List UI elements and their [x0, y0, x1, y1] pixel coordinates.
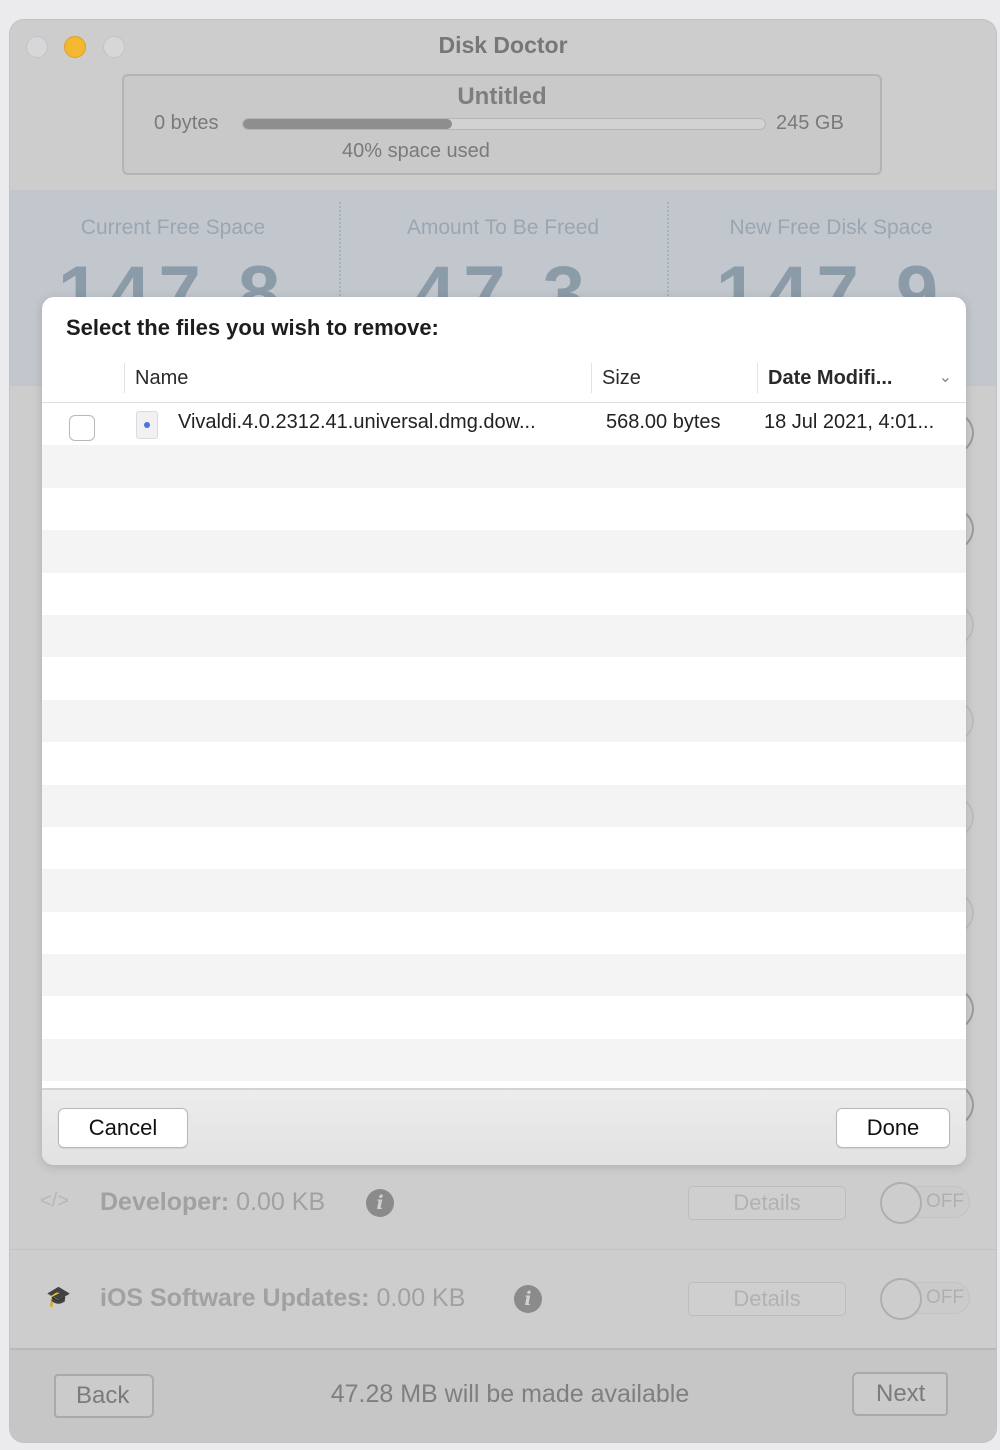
sheet-title: Select the files you wish to remove: — [66, 315, 439, 340]
stat-label: Amount To Be Freed — [406, 216, 600, 239]
file-row[interactable]: Vivaldi.4.0.2312.41.universal.dmg.dow...… — [42, 403, 966, 445]
empty-row — [42, 869, 966, 912]
stat-current-free-space: Current Free Space 147.8 — [10, 190, 336, 336]
disk-used-label: 40% space used — [342, 140, 490, 162]
details-button[interactable]: Details — [688, 1186, 846, 1220]
info-icon[interactable]: i — [366, 1189, 394, 1217]
disk-usage-bar-fill — [243, 119, 452, 129]
toggle-knob — [880, 1182, 922, 1224]
empty-row — [42, 488, 966, 530]
empty-row — [42, 657, 966, 699]
disk-max-label: 245 GB — [776, 112, 844, 134]
category-row-ios-software-updates: 🎓 iOS Software Updates: 0.00 KB i Detail… — [10, 1250, 996, 1346]
empty-row — [42, 614, 966, 658]
code-icon: </> — [40, 1190, 69, 1212]
category-row-developer: </> Developer: 0.00 KB i Details OFF — [10, 1154, 996, 1250]
column-divider — [757, 363, 758, 393]
file-selection-sheet: Select the files you wish to remove: Nam… — [42, 297, 966, 1165]
empty-row — [42, 445, 966, 488]
column-divider — [591, 363, 592, 393]
toggle-label: OFF — [926, 1287, 964, 1308]
column-header-name[interactable]: Name — [135, 367, 188, 390]
disk-usage-panel: Untitled 0 bytes 245 GB 40% space used — [122, 74, 882, 175]
toggle-knob — [880, 1278, 922, 1320]
empty-row — [42, 1038, 966, 1082]
empty-row — [42, 742, 966, 784]
stat-new-free-disk-space: New Free Disk Space 147.9 — [668, 190, 994, 336]
file-date-modified: 18 Jul 2021, 4:01... — [764, 411, 935, 433]
category-label: Developer: 0.00 KB — [100, 1188, 326, 1216]
empty-row — [42, 912, 966, 954]
column-header-size[interactable]: Size — [602, 367, 641, 390]
disk-min-label: 0 bytes — [154, 112, 219, 134]
footer-bar: Back 47.28 MB will be made available Nex… — [10, 1348, 996, 1442]
disk-name: Untitled — [457, 83, 547, 110]
disk-usage-bar — [242, 118, 766, 130]
sheet-footer: Cancel Done — [42, 1088, 966, 1165]
empty-row — [42, 954, 966, 997]
file-table: Vivaldi.4.0.2312.41.universal.dmg.dow...… — [42, 403, 966, 1088]
column-divider — [124, 363, 125, 393]
details-button[interactable]: Details — [688, 1282, 846, 1316]
footer-message: 47.28 MB will be made available — [330, 1380, 690, 1408]
file-icon — [136, 411, 158, 439]
empty-row — [42, 573, 966, 615]
cancel-button[interactable]: Cancel — [58, 1108, 188, 1148]
sort-chevron-down-icon[interactable]: ⌄ — [939, 367, 952, 387]
done-button[interactable]: Done — [836, 1108, 950, 1148]
empty-row — [42, 827, 966, 869]
next-button[interactable]: Next — [852, 1372, 948, 1416]
graduation-cap-icon: 🎓 — [46, 1286, 71, 1308]
empty-row — [42, 699, 966, 743]
column-header-date-modified[interactable]: Date Modifi... — [768, 367, 892, 390]
window-title: Disk Doctor — [438, 32, 568, 58]
title-bar: Disk Doctor — [10, 20, 996, 74]
empty-row — [42, 996, 966, 1038]
table-header: Name Size Date Modifi... ⌄ — [42, 357, 966, 403]
category-label: iOS Software Updates: 0.00 KB — [100, 1284, 466, 1312]
file-name: Vivaldi.4.0.2312.41.universal.dmg.dow... — [178, 411, 536, 433]
empty-row — [42, 784, 966, 827]
info-icon[interactable]: i — [514, 1285, 542, 1313]
file-checkbox[interactable] — [69, 415, 95, 441]
category-toggle[interactable]: OFF — [880, 1278, 972, 1320]
toggle-label: OFF — [926, 1191, 964, 1212]
stat-amount-to-be-freed: Amount To Be Freed 47.3 — [340, 190, 666, 336]
file-size: 568.00 bytes — [606, 411, 721, 433]
stat-label: New Free Disk Space — [729, 216, 933, 239]
empty-row — [42, 530, 966, 573]
stat-label: Current Free Space — [80, 216, 266, 239]
category-toggle[interactable]: OFF — [880, 1182, 972, 1224]
